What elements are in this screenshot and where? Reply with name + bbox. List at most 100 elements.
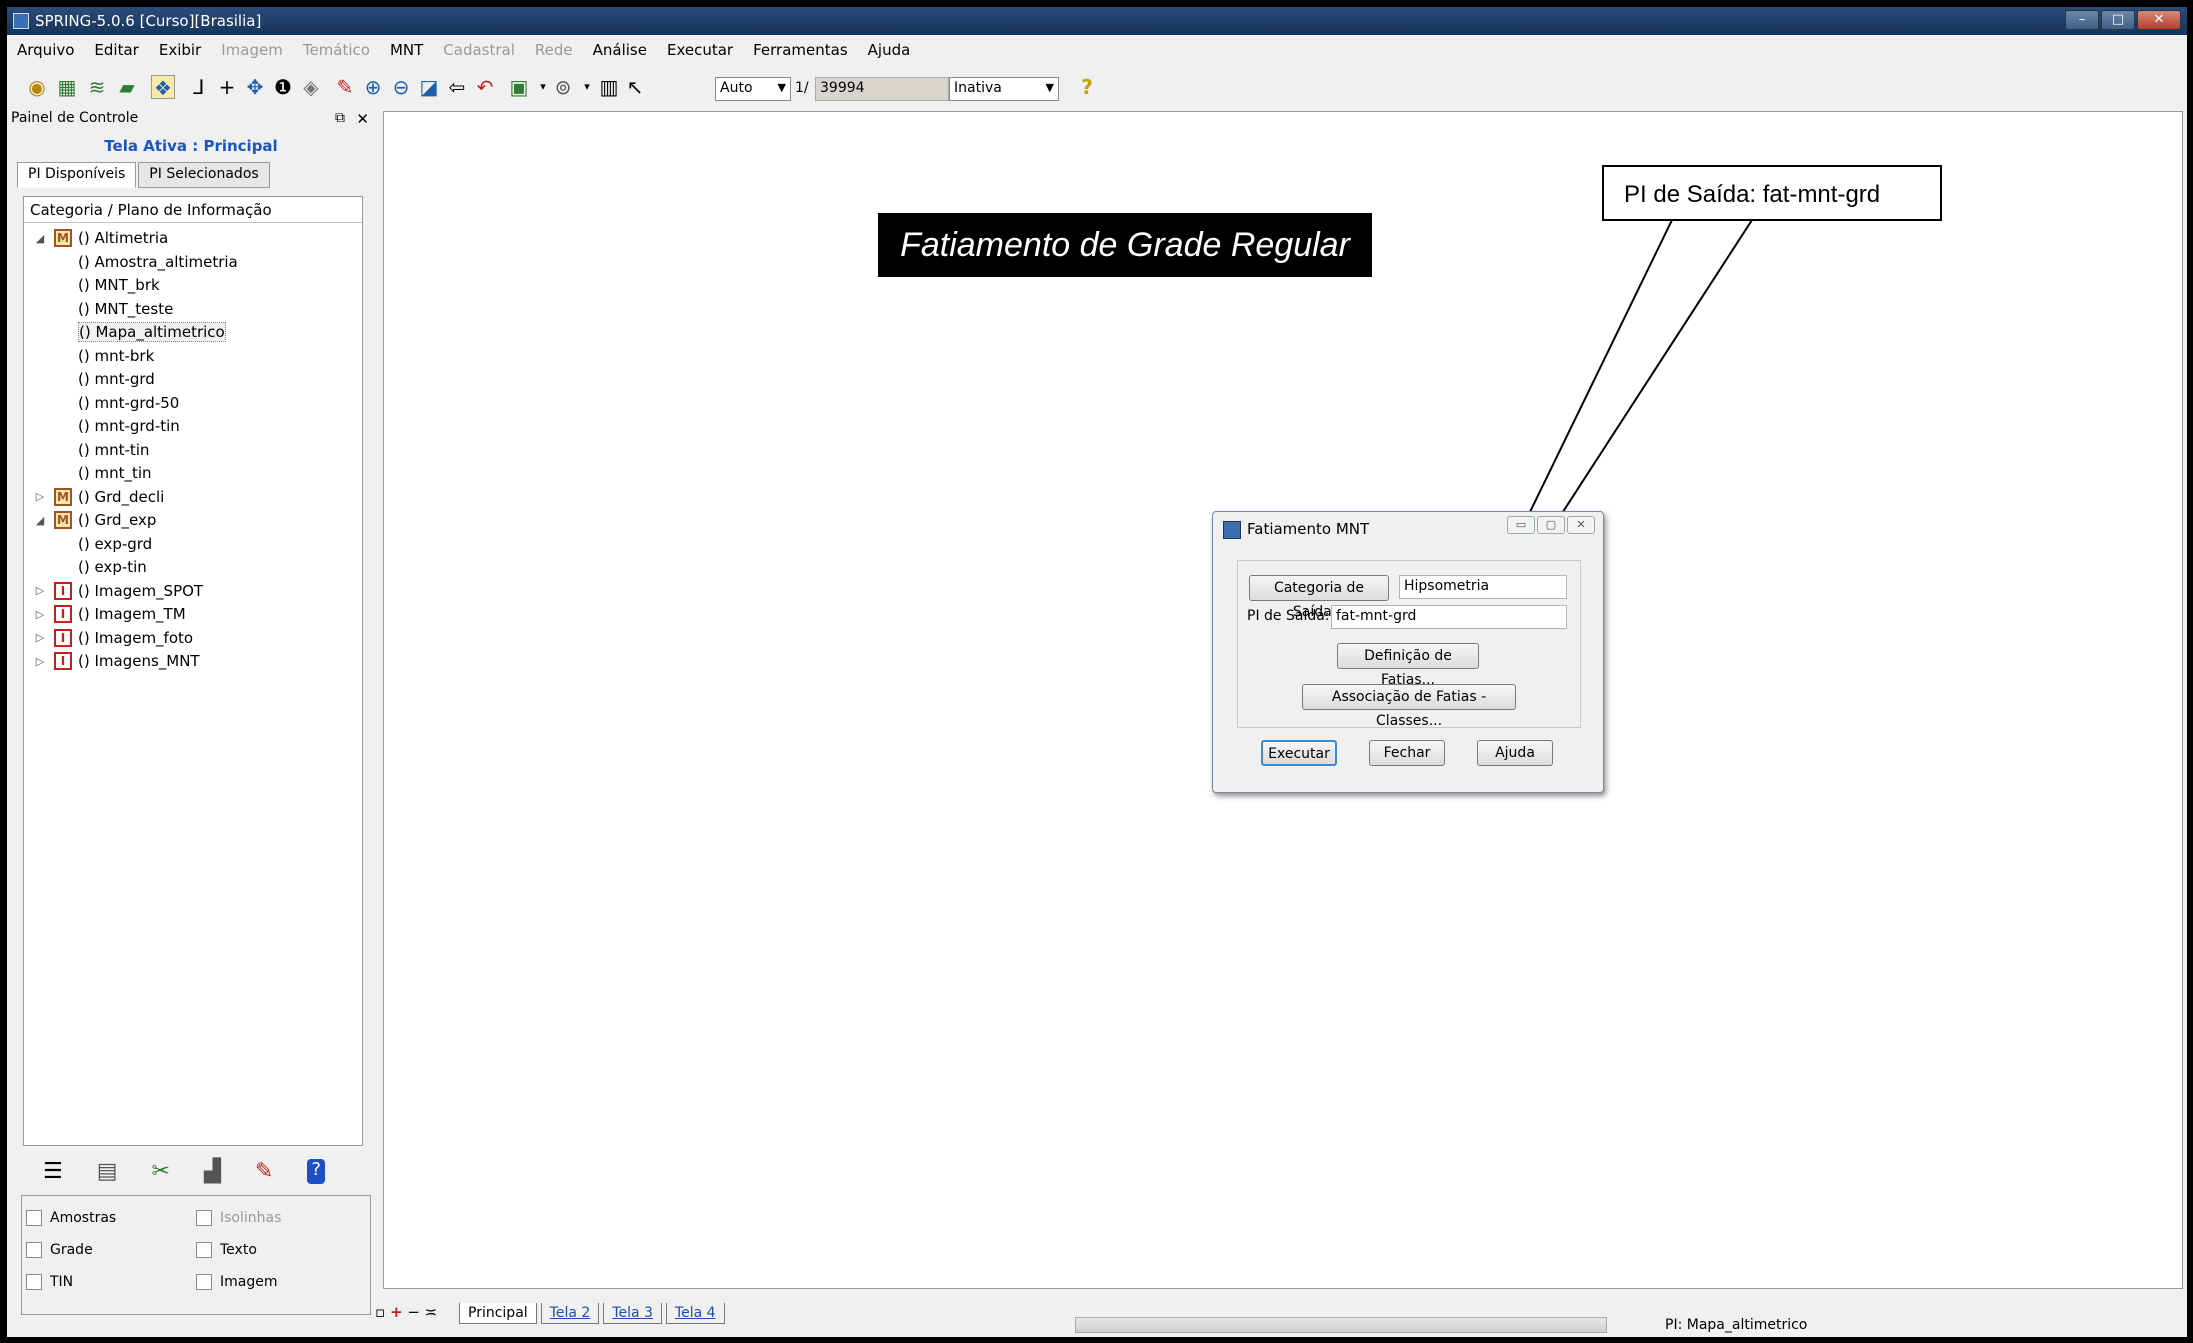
table-icon[interactable]: ▤ [97, 1159, 118, 1184]
checkbox-box[interactable] [26, 1242, 42, 1258]
chevron-down-icon[interactable]: ▾ [575, 75, 599, 99]
define-slices-button[interactable]: Definição de Fatias... [1337, 643, 1479, 688]
pi-output-field[interactable]: fat-mnt-grd [1331, 605, 1567, 629]
execute-button[interactable]: Executar [1261, 740, 1337, 766]
menu-cadastral[interactable]: Cadastral [443, 41, 515, 59]
remove-icon[interactable]: − [407, 1303, 420, 1321]
checkbox-imagem[interactable]: Imagem [196, 1274, 277, 1290]
state-select[interactable]: Inativa ▼ [949, 77, 1059, 101]
tree-category[interactable]: ◢ M () Altimetria [32, 227, 168, 249]
menu-arquivo[interactable]: Arquivo [17, 41, 74, 59]
project-icon[interactable]: ▦ [55, 75, 79, 99]
tool-icon[interactable]: ✂ [152, 1159, 170, 1184]
help-icon[interactable]: ? [307, 1159, 325, 1184]
tree-item[interactable]: () mnt-grd-50 [78, 392, 179, 414]
expand-icon[interactable]: ▷ [32, 608, 48, 621]
minimize-icon[interactable]: ▭ [1507, 516, 1535, 534]
drawing-icon[interactable]: ⅃ [187, 75, 211, 99]
zoom-out-icon[interactable]: ⊖ [389, 75, 413, 99]
tab-pi-selecionados[interactable]: PI Selecionados [138, 162, 270, 188]
checkbox-tin[interactable]: TIN [26, 1274, 73, 1290]
pencil-icon[interactable]: ✎ [255, 1159, 273, 1184]
checkbox-grade[interactable]: Grade [26, 1242, 93, 1258]
database-icon[interactable]: ◉ [25, 75, 49, 99]
expand-icon[interactable]: ▷ [32, 490, 48, 503]
close-button[interactable]: Fechar [1369, 740, 1445, 766]
undo-icon[interactable]: ↶ [473, 75, 497, 99]
category-button[interactable]: Categoria de Saída... [1249, 575, 1389, 620]
view-icon[interactable]: ▣ [507, 75, 531, 99]
pointer-icon[interactable]: ↖ [623, 75, 647, 99]
checkbox-texto[interactable]: Texto [196, 1242, 257, 1258]
tree-category[interactable]: ▷ I () Imagem_TM [32, 603, 186, 625]
tab-tela-4[interactable]: Tela 4 [665, 1303, 725, 1324]
tree-category[interactable]: ◢ M () Grd_exp [32, 509, 156, 531]
checkbox-box[interactable] [26, 1210, 42, 1226]
tree-item[interactable]: () mnt-brk [78, 345, 154, 367]
dock-icon[interactable]: ⧉ [335, 110, 345, 126]
tab-tela-3[interactable]: Tela 3 [603, 1303, 662, 1324]
tab-principal[interactable]: Principal [459, 1303, 537, 1324]
plane-icon[interactable]: ▰ [115, 75, 139, 99]
window-icon[interactable]: ▫ [375, 1303, 385, 1321]
tree-category[interactable]: ▷ I () Imagem_foto [32, 627, 193, 649]
menu-tematico[interactable]: Temático [303, 41, 370, 59]
checkbox-isolinhas[interactable]: Isolinhas [196, 1210, 281, 1226]
associate-slices-button[interactable]: Associação de Fatias - Classes... [1302, 684, 1516, 729]
minimize-icon[interactable]: – [2065, 10, 2099, 30]
zoom-area-icon[interactable]: ◪ [417, 75, 441, 99]
tree-item[interactable]: () exp-grd [78, 533, 152, 555]
tree-item[interactable]: () MNT_brk [78, 274, 160, 296]
pencil-icon[interactable]: ✎ [333, 75, 357, 99]
tree-item[interactable]: () mnt-grd [78, 368, 155, 390]
collapse-icon[interactable]: ◢ [32, 514, 48, 527]
help-icon[interactable]: ? [1075, 75, 1099, 99]
link-icon[interactable]: ≍ [425, 1303, 438, 1321]
expand-icon[interactable]: ▷ [32, 631, 48, 644]
zoom-in-icon[interactable]: ⊕ [361, 75, 385, 99]
tree-item[interactable]: () mnt-tin [78, 439, 149, 461]
tree-item[interactable]: () Mapa_altimetrico [78, 321, 226, 343]
tree-category[interactable]: ▷ M () Grd_decli [32, 486, 164, 508]
menu-executar[interactable]: Executar [667, 41, 733, 59]
menu-analise[interactable]: Análise [593, 41, 647, 59]
tree-item[interactable]: () mnt-grd-tin [78, 415, 180, 437]
tree-item[interactable]: () exp-tin [78, 556, 147, 578]
close-icon[interactable]: ✕ [356, 110, 369, 128]
info-icon[interactable]: ❶ [271, 75, 295, 99]
menu-ajuda[interactable]: Ajuda [868, 41, 911, 59]
list-icon[interactable]: ☰ [43, 1159, 63, 1184]
scale-input[interactable]: 39994 [815, 77, 949, 101]
tab-tela-2[interactable]: Tela 2 [540, 1303, 600, 1324]
tag-icon[interactable]: ◈ [299, 75, 323, 99]
category-field[interactable]: Hipsometria [1399, 575, 1567, 599]
checkbox-box[interactable] [196, 1242, 212, 1258]
menu-editar[interactable]: Editar [94, 41, 138, 59]
chart-icon[interactable]: ▟ [204, 1159, 221, 1184]
help-button[interactable]: Ajuda [1477, 740, 1553, 766]
control-panel-icon[interactable]: ❖ [151, 75, 175, 100]
tree-category[interactable]: ▷ I () Imagem_SPOT [32, 580, 203, 602]
back-arrow-icon[interactable]: ⇦ [445, 75, 469, 99]
menu-imagem[interactable]: Imagem [221, 41, 283, 59]
tab-pi-disponiveis[interactable]: PI Disponíveis [17, 162, 137, 188]
grid-icon[interactable]: ▥ [597, 75, 621, 99]
tree-item[interactable]: () MNT_teste [78, 298, 173, 320]
checkbox-box[interactable] [26, 1274, 42, 1290]
cursor-plus-icon[interactable]: + [215, 75, 239, 99]
menu-rede[interactable]: Rede [535, 41, 573, 59]
add-icon[interactable]: + [390, 1303, 403, 1321]
tree-category[interactable]: ▷ I () Imagens_MNT [32, 650, 200, 672]
maximize-icon[interactable]: ▢ [1537, 516, 1565, 534]
expand-icon[interactable]: ▷ [32, 655, 48, 668]
pan-icon[interactable]: ✥ [243, 75, 267, 99]
layers-icon[interactable]: ≋ [85, 75, 109, 99]
maximize-icon[interactable]: □ [2101, 10, 2135, 30]
checkbox-amostras[interactable]: Amostras [26, 1210, 116, 1226]
checkbox-box[interactable] [196, 1274, 212, 1290]
tree-item[interactable]: () Amostra_altimetria [78, 251, 238, 273]
close-icon[interactable]: ✕ [2137, 10, 2181, 30]
zoom-scale-icon[interactable]: ⊚ [551, 75, 575, 99]
checkbox-box[interactable] [196, 1210, 212, 1226]
menu-mnt[interactable]: MNT [390, 41, 423, 59]
